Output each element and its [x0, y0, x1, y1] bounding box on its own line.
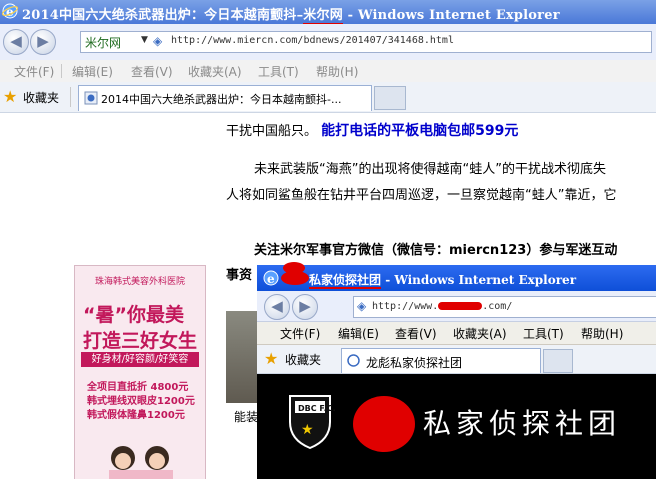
article-paragraph-line1: 未来武装版“海燕”的出现将使得越南“蛙人”的干扰战术彻底失	[254, 162, 606, 177]
thumbnail-caption: 能装	[234, 410, 259, 424]
ie-logo-icon: e	[2, 3, 18, 19]
side-ad-banner[interactable]: 珠海韩式美容外科医院 “暑”你最美 打造三好女生 好身材/好容颜/好笑容 全项目…	[74, 265, 206, 479]
navigation-bar: ◀ ▶ 米尔网 ▼ ◈ http://www.miercn.com/bdnews…	[0, 24, 656, 61]
ie-page-icon	[84, 91, 98, 105]
menu-view[interactable]: 查看(V)	[131, 63, 173, 80]
ad-offer-1: 全项目直抵折 4800元	[87, 382, 189, 393]
forward-icon: ▶	[299, 297, 311, 315]
ie-logo-icon: e	[263, 270, 279, 286]
menu-favorites[interactable]: 收藏夹(A)	[453, 325, 507, 342]
ie-page-icon	[347, 354, 360, 367]
globe-icon: ◈	[153, 34, 163, 48]
ad-link[interactable]: 能打电话的平板电脑包邮599元	[321, 123, 518, 139]
url-redaction	[438, 302, 483, 310]
menu-file[interactable]: 文件(F)	[14, 63, 54, 80]
article-paragraph-line2: 人将如同鲨鱼般在钻井平台四周巡逻，一旦察觉越南“蛙人”靠近，它	[226, 188, 617, 203]
tab-title: 2014中国六大绝杀武器出炉：今日本越南颤抖-...	[101, 93, 342, 106]
popup-url-text[interactable]: http://www. .com/	[372, 301, 512, 312]
ad-offer-3: 韩式假体隆鼻1200元	[87, 410, 185, 421]
redaction-scribble-logo	[353, 396, 415, 452]
ad-headline-1: “暑”你最美	[83, 304, 184, 326]
popup-title-bar[interactable]: e 私家侦探社团 - Windows Internet Explorer	[257, 265, 656, 291]
menu-tools[interactable]: 工具(T)	[523, 325, 564, 342]
menu-tools[interactable]: 工具(T)	[258, 63, 299, 80]
popup-tab-active[interactable]: 龙彪私家侦探社团	[341, 348, 541, 373]
star-icon[interactable]: ★	[264, 349, 278, 368]
ad-strip: 好身材/好容颜/好笑容	[81, 352, 199, 367]
popup-address-bar[interactable]: ◈ http://www. .com/	[353, 296, 656, 318]
main-window-title: 2014中国六大绝杀武器出炉：今日本越南颤抖–米尔网 - Windows Int…	[22, 8, 560, 25]
back-icon: ◀	[10, 32, 22, 50]
menu-view[interactable]: 查看(V)	[395, 325, 437, 342]
back-icon: ◀	[271, 297, 283, 315]
ad-logo: 珠海韩式美容外科医院	[94, 277, 185, 287]
football-badge-icon: DBC F.C. ★	[289, 395, 335, 450]
svg-text:★: ★	[301, 422, 314, 438]
popup-back-button[interactable]: ◀	[264, 294, 290, 320]
popup-forward-button[interactable]: ▶	[292, 294, 318, 320]
favorites-bar: ★ 收藏夹 2014中国六大绝杀武器出炉：今日本越南颤抖-...	[0, 82, 656, 113]
badge-text: DBC F.C.	[298, 404, 335, 413]
follow-wechat-line: 关注米尔军事官方微信（微信号：miercn123）参与军迷互动	[254, 243, 618, 258]
popup-tab-title: 龙彪私家侦探社团	[366, 356, 463, 370]
globe-icon: ◈	[357, 299, 367, 313]
forward-icon: ▶	[37, 32, 49, 50]
article-thumbnail[interactable]	[226, 311, 260, 403]
redacted-site-mark: 米尔网	[303, 8, 343, 25]
chevron-down-icon[interactable]: ▼	[141, 35, 148, 45]
main-title-bar[interactable]: e 2014中国六大绝杀武器出炉：今日本越南颤抖–米尔网 - Windows I…	[0, 0, 656, 25]
menu-help[interactable]: 帮助(H)	[581, 325, 623, 342]
popup-ie-window[interactable]: e 私家侦探社团 - Windows Internet Explorer ◀ ▶…	[257, 265, 656, 479]
menu-bar: 文件(F) 编辑(E) 查看(V) 收藏夹(A) 工具(T) 帮助(H)	[0, 60, 656, 83]
popup-page-content: DBC F.C. ★ 私家侦探社团	[257, 374, 656, 479]
popup-window-title: 私家侦探社团 - Windows Internet Explorer	[309, 273, 577, 289]
menu-file[interactable]: 文件(F)	[280, 325, 320, 342]
star-icon[interactable]: ★	[3, 87, 17, 106]
partial-word: 事资	[226, 268, 253, 283]
popup-brand-text: 私家侦探社团	[423, 407, 622, 440]
forward-button[interactable]: ▶	[30, 29, 56, 55]
ad-offer-2: 韩式埋线双眼皮1200元	[87, 396, 195, 407]
svg-text:e: e	[267, 272, 275, 286]
ad-models-image	[109, 446, 173, 479]
popup-menu-bar: 文件(F) 编辑(E) 查看(V) 收藏夹(A) 工具(T) 帮助(H)	[257, 322, 656, 345]
back-button[interactable]: ◀	[3, 29, 29, 55]
site-label: 米尔网	[85, 36, 122, 50]
favorites-button-label[interactable]: 收藏夹	[23, 89, 59, 106]
menu-edit[interactable]: 编辑(E)	[338, 325, 379, 342]
url-text[interactable]: http://www.miercn.com/bdnews/201407/3414…	[171, 35, 454, 46]
menu-edit[interactable]: 编辑(E)	[72, 63, 113, 80]
new-tab-button[interactable]	[374, 86, 406, 110]
popup-favorites-bar: ★ 收藏夹 龙彪私家侦探社团	[257, 345, 656, 374]
popup-navigation-bar: ◀ ▶ ◈ http://www. .com/	[257, 291, 656, 322]
popup-new-tab-button[interactable]	[543, 349, 573, 373]
tab-active[interactable]: 2014中国六大绝杀武器出炉：今日本越南颤抖-...	[78, 85, 372, 111]
ad-headline-2: 打造三好女生	[83, 330, 198, 352]
menu-help[interactable]: 帮助(H)	[316, 63, 358, 80]
menu-favorites[interactable]: 收藏夹(A)	[188, 63, 242, 80]
redaction-scribble-top	[283, 262, 305, 274]
article-text-line1: 干扰中国船只。	[226, 124, 318, 139]
popup-favorites-label[interactable]: 收藏夹	[285, 351, 321, 368]
address-bar[interactable]: 米尔网 ▼ ◈ http://www.miercn.com/bdnews/201…	[80, 31, 652, 53]
